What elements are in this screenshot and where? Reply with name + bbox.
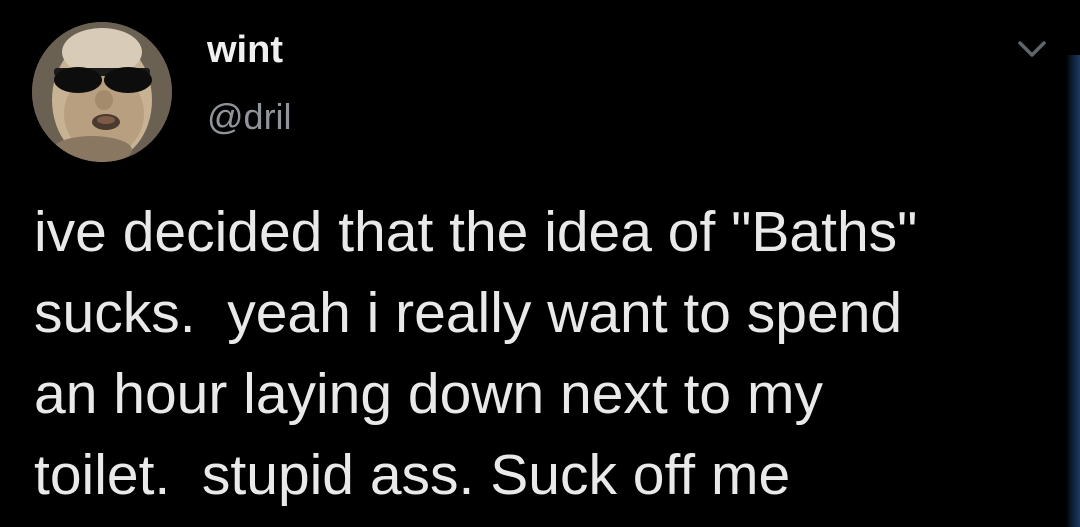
- handle[interactable]: @dril: [207, 96, 292, 138]
- tweet-text-line: ive decided that the idea of "Baths": [34, 200, 918, 264]
- tweet-text-line: toilet. stupid ass. Suck off me: [34, 443, 791, 507]
- tweet-card: wint @dril ive decided that the idea of …: [0, 0, 1080, 527]
- avatar-photo-icon: [32, 22, 172, 162]
- tweet-text-line: an hour laying down next to my: [34, 362, 823, 426]
- avatar[interactable]: [32, 22, 172, 162]
- tweet-text-line: sucks. yeah i really want to spend: [34, 281, 903, 345]
- display-name[interactable]: wint: [207, 28, 283, 72]
- chevron-down-icon[interactable]: [1014, 37, 1050, 61]
- tweet-text: ive decided that the idea of "Baths" suc…: [34, 192, 1074, 516]
